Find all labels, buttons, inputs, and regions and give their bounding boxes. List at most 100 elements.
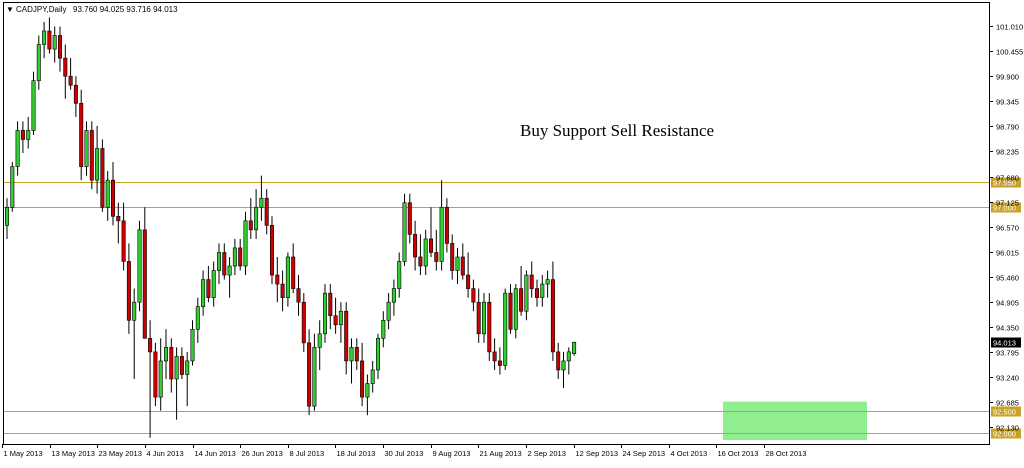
candle-body-down	[460, 256, 465, 276]
candle-body-up	[370, 369, 375, 384]
candle	[100, 139, 105, 212]
candle-body-down	[333, 315, 338, 326]
candle-body-up	[285, 256, 290, 298]
candle-body-down	[116, 215, 121, 222]
level-label: 92.500	[993, 408, 1016, 417]
candle-body-down	[476, 301, 481, 335]
x-tick-label: 16 Oct 2013	[718, 449, 759, 458]
candle-body-down	[301, 301, 306, 344]
candle-body-down	[529, 274, 534, 289]
candle-body-down	[307, 342, 312, 407]
candle-body-up	[158, 360, 163, 398]
candle-body-up	[524, 274, 529, 312]
current-price-label: 94.013	[993, 339, 1016, 348]
candle-body-down	[142, 229, 147, 339]
candle-body-down	[450, 243, 455, 271]
candle-body-down	[47, 30, 52, 50]
x-tick-label: 12 Sep 2013	[576, 449, 619, 458]
y-tick-label: 92.130	[996, 424, 1019, 433]
candle-body-up	[317, 333, 322, 348]
candle	[402, 193, 407, 267]
x-tick-label: 18 Jul 2013	[337, 449, 376, 458]
x-tick-label: 28 Oct 2013	[766, 449, 807, 458]
chart-window: 97.550 97.000 92.500 92.000 101.010 100.455 9…	[0, 0, 1024, 463]
candle-body-up	[397, 261, 402, 289]
candle	[79, 89, 84, 181]
x-tick-label: 14 Jun 2013	[195, 449, 236, 458]
candle-body-down	[280, 283, 285, 298]
candle-body-up	[227, 265, 232, 276]
candle	[572, 341, 577, 356]
candle-body-up	[254, 206, 259, 231]
x-tick-label: 8 Jul 2013	[290, 449, 325, 458]
candle	[503, 288, 508, 370]
candle	[153, 342, 158, 407]
candle-body-down	[248, 220, 253, 231]
y-tick-label: 94.350	[996, 324, 1019, 333]
candle-body-up	[259, 197, 264, 208]
y-tick-label: 98.790	[996, 123, 1019, 132]
candle-body-up	[164, 347, 169, 362]
candle-body-up	[190, 328, 195, 362]
candle-body-down	[418, 256, 423, 267]
symbol-label: CADJPY,Daily	[16, 5, 67, 14]
candle-body-up	[137, 229, 142, 303]
chart-annotation: Buy Support Sell Resistance	[520, 121, 714, 140]
candle-body-down	[508, 292, 513, 330]
candle-body-up	[545, 279, 550, 285]
candle-body-down	[471, 288, 476, 303]
candle-body-down	[89, 130, 94, 181]
support-zone	[723, 401, 867, 441]
candle-body-down	[428, 238, 433, 253]
candle-body-up	[375, 338, 380, 371]
candle-body-down	[444, 206, 449, 244]
candle-body-up	[132, 301, 137, 321]
candle-body-down	[413, 234, 418, 258]
y-tick-label: 98.235	[996, 148, 1019, 157]
candle-body-up	[572, 341, 577, 355]
y-tick-label: 101.010	[996, 23, 1023, 32]
candle-body-down	[354, 347, 359, 362]
candle-body-down	[148, 338, 153, 353]
y-tick-label: 97.680	[996, 174, 1019, 183]
candlestick-chart: 97.55097.00092.50092.000 101.010100.4559…	[0, 0, 1024, 463]
candle-body-down	[466, 274, 471, 289]
candle-body-down	[275, 274, 280, 285]
candle-body-down	[434, 252, 439, 262]
candle-body-down	[63, 57, 68, 77]
candle-body-up	[243, 220, 248, 267]
y-tick-label: 93.795	[996, 349, 1019, 358]
y-tick-label: 96.570	[996, 224, 1019, 233]
x-tick-label: 2 Sep 2013	[528, 449, 566, 458]
x-tick-label: 30 Jul 2013	[385, 449, 424, 458]
candle	[487, 293, 492, 361]
candle-body-down	[269, 225, 274, 276]
candle-body-up	[540, 283, 545, 298]
candle-body-up	[402, 202, 407, 262]
candle	[301, 293, 306, 352]
x-tick-label: 26 Jun 2013	[242, 449, 283, 458]
candle	[243, 211, 248, 276]
triangle-down-icon[interactable]: ▼	[6, 5, 14, 14]
x-tick-label: 1 May 2013	[4, 449, 43, 458]
candle	[31, 71, 36, 135]
candle-body-up	[503, 292, 508, 366]
y-tick-label: 100.455	[996, 48, 1023, 57]
candle-body-down	[57, 35, 62, 59]
candle-body-up	[84, 130, 89, 167]
candle-body-up	[10, 166, 15, 208]
candle-body-down	[492, 351, 497, 362]
candle-body-up	[423, 238, 428, 267]
y-tick-label: 99.345	[996, 98, 1019, 107]
candle-body-up	[36, 44, 41, 81]
x-tick-label: 4 Oct 2013	[671, 449, 708, 458]
candle-body-up	[185, 360, 190, 375]
x-tick-label: 9 Aug 2013	[433, 449, 471, 458]
candle-body-down	[169, 347, 174, 380]
candle-body-down	[100, 148, 105, 208]
candle	[89, 121, 94, 190]
candle-body-down	[344, 310, 349, 362]
candle-body-down	[497, 360, 502, 366]
candle-body-up	[15, 130, 20, 167]
candle-body-up	[381, 319, 386, 339]
